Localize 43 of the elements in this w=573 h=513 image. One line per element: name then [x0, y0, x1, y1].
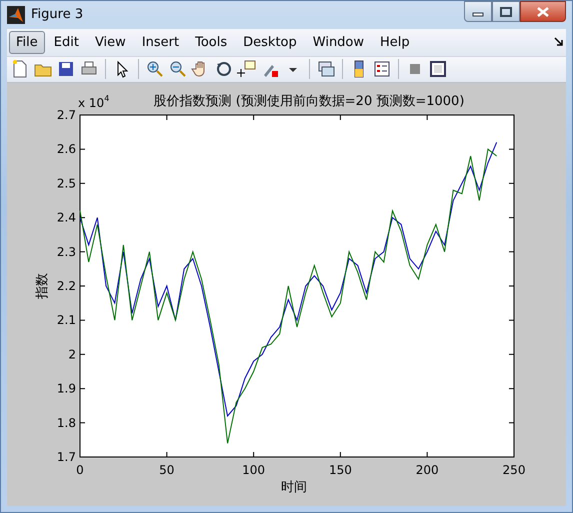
- x-tick-label: 250: [502, 463, 526, 477]
- y-tick-label: 2.4: [56, 210, 76, 225]
- maximize-button[interactable]: [492, 1, 520, 22]
- zoom-in-icon[interactable]: [145, 59, 165, 80]
- menu-item[interactable]: View: [88, 30, 133, 54]
- menu-item[interactable]: Insert: [134, 30, 186, 54]
- link-icon[interactable]: [316, 59, 336, 80]
- y-tick-label: 2.3: [56, 244, 76, 259]
- menu-item[interactable]: File: [9, 30, 45, 54]
- y-tick-label: 2.1: [56, 313, 76, 328]
- menu-item[interactable]: Desktop: [236, 30, 304, 54]
- app-logo-icon: [7, 6, 25, 24]
- dock-arrow-icon[interactable]: [554, 37, 564, 48]
- menu-item[interactable]: Help: [373, 30, 417, 54]
- x-tick-label: 0: [76, 463, 84, 477]
- x-axis-label: 时间: [281, 480, 307, 495]
- y-axis-label: 指数: [35, 273, 50, 299]
- y-tick-label: 2.2: [56, 279, 76, 293]
- minimize-button[interactable]: [464, 1, 492, 22]
- x-tick-label: 100: [242, 463, 266, 477]
- close-icon: [537, 6, 549, 16]
- menu-item[interactable]: Tools: [188, 30, 234, 54]
- show-tools-icon[interactable]: [428, 59, 448, 80]
- y-tick-label: 1.7: [56, 450, 76, 464]
- x-tick-label: 150: [328, 463, 352, 477]
- y-tick-label: 1.9: [56, 382, 76, 396]
- close-button[interactable]: [520, 1, 566, 22]
- legend-icon[interactable]: [372, 59, 392, 80]
- exponent-label: x 10$^{4}$: [78, 94, 110, 110]
- maximize-icon: [500, 6, 512, 16]
- y-tick-label: 2.6: [56, 142, 76, 156]
- chart-title: 股价指数预测 (预测使用前向数据=20 预测数=1000): [154, 94, 464, 109]
- y-tick-label: 2.5: [56, 176, 76, 190]
- menu-item[interactable]: Window: [306, 30, 372, 54]
- zoom-out-icon[interactable]: [168, 59, 188, 80]
- y-tick-label: 2.7: [56, 108, 76, 122]
- data-cursor-icon[interactable]: [237, 59, 257, 80]
- y-tick-label: 2: [68, 347, 76, 362]
- menu-item[interactable]: Edit: [46, 30, 86, 54]
- y-tick-label: 1.8: [56, 416, 76, 430]
- x-tick-label: 200: [416, 463, 439, 477]
- x-tick-label: 50: [159, 463, 174, 477]
- window-title: Figure 3: [31, 7, 84, 22]
